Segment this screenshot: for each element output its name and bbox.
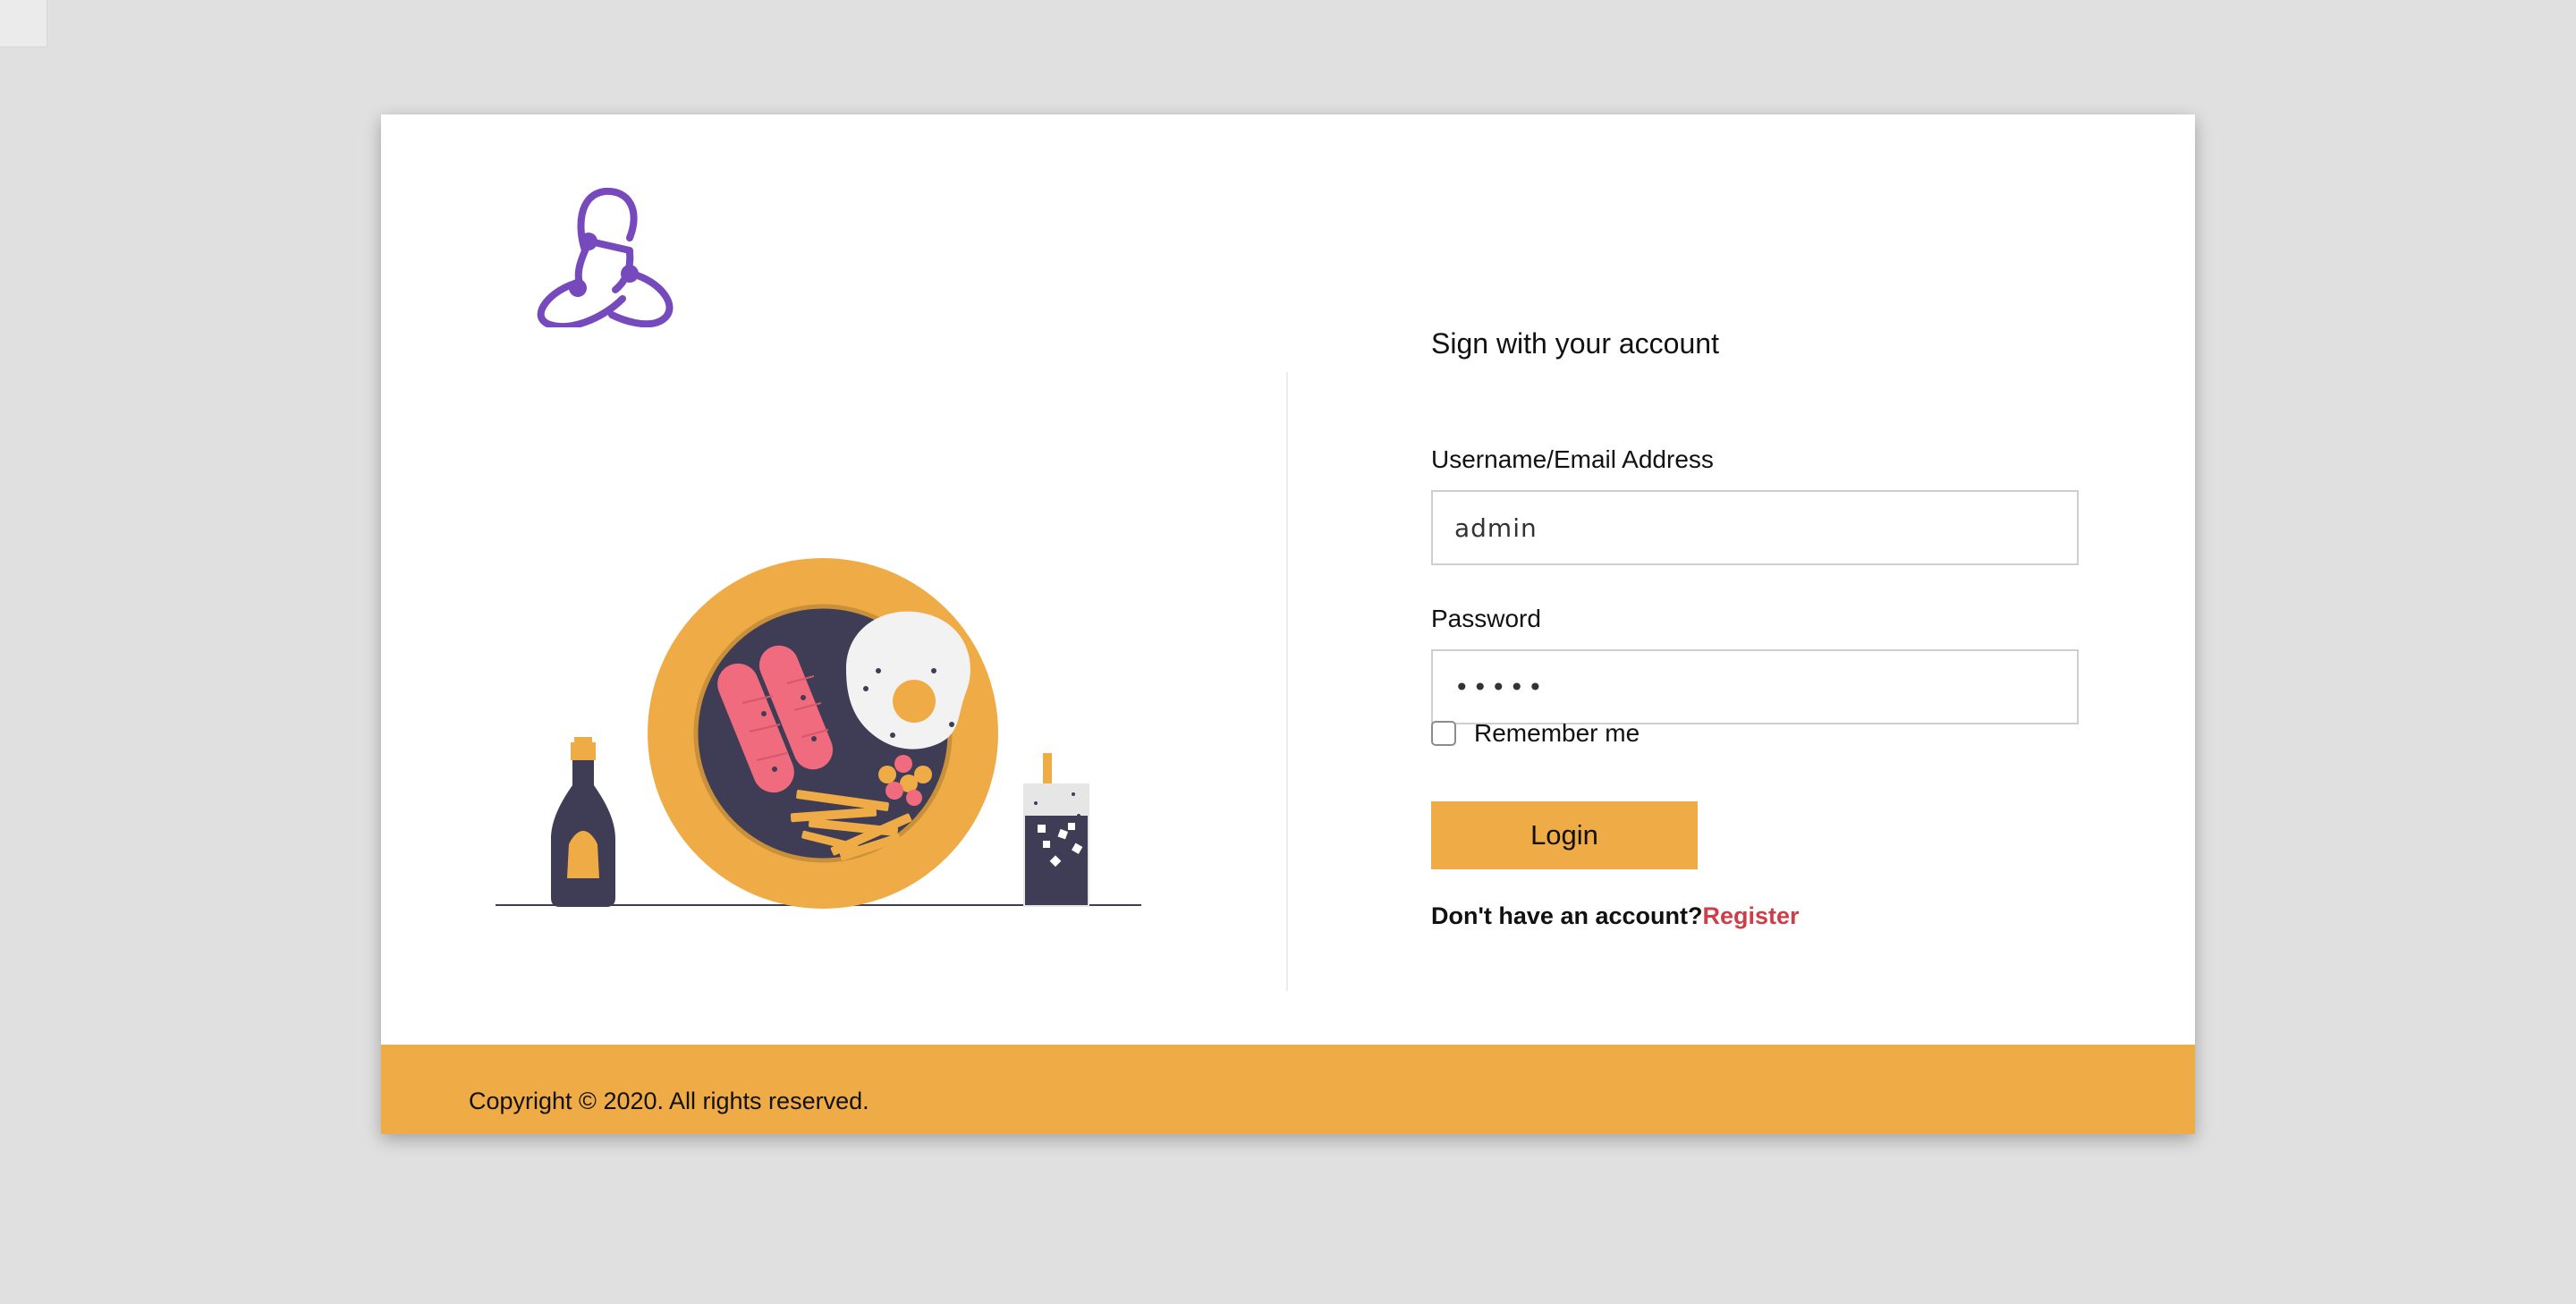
remember-me-option[interactable]: Remember me [1431,714,1640,753]
redux-logo-icon [537,187,674,331]
password-label: Password [1431,605,1541,632]
register-link[interactable]: Register [1702,902,1799,929]
register-prompt: Don't have an account? [1431,902,1703,929]
username-label: Username/Email Address [1431,445,1714,473]
username-input[interactable] [1431,490,2079,565]
login-button[interactable]: Login [1431,801,1698,869]
footer: Copyright © 2020. All rights reserved. [381,1045,2195,1134]
form-title: Sign with your account [1431,327,1719,360]
panel-divider [1286,372,1288,991]
copyright-text: Copyright © 2020. All rights reserved. [469,1088,869,1114]
brand-logo [524,184,678,331]
corner-widget [0,0,47,47]
breakfast-plate-illustration [496,558,1141,909]
bottle-icon [551,737,615,907]
remember-me-checkbox[interactable] [1431,721,1456,746]
drink-glass-icon [1023,753,1089,907]
login-card: Sign with your account Username/Email Ad… [381,114,2195,1134]
remember-me-label: Remember me [1474,719,1640,747]
register-prompt-line: Don't have an account?Register [1431,898,1800,934]
plate-icon [648,558,998,909]
breakfast-illustration [496,436,1148,919]
